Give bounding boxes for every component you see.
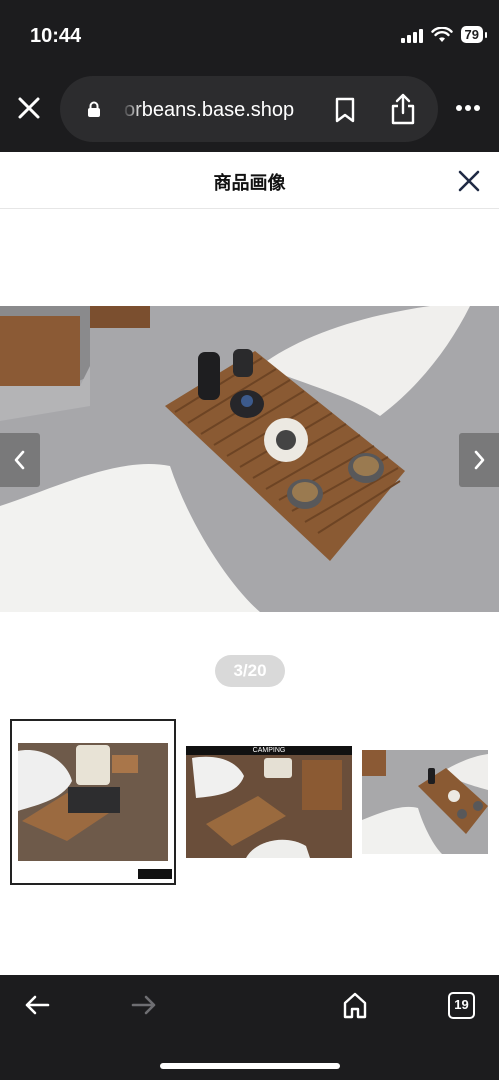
bookmark-icon[interactable] bbox=[334, 97, 356, 123]
page-header: 商品画像 bbox=[0, 152, 499, 209]
more-icon[interactable] bbox=[455, 104, 481, 112]
browser-bottom-bar: 19 bbox=[0, 975, 499, 1080]
home-icon[interactable] bbox=[342, 991, 368, 1019]
tabs-icon[interactable]: 19 bbox=[448, 992, 475, 1019]
next-image-button[interactable] bbox=[459, 433, 499, 487]
url-text[interactable]: orbeans.base.shop bbox=[124, 99, 309, 122]
forward-arrow-icon[interactable] bbox=[131, 994, 157, 1016]
status-icons: 79 bbox=[400, 26, 488, 43]
lock-icon bbox=[88, 101, 100, 117]
back-arrow-icon[interactable] bbox=[24, 994, 50, 1016]
wifi-icon bbox=[430, 26, 453, 42]
image-counter: 3/20 bbox=[215, 655, 285, 687]
chevron-right-icon bbox=[474, 450, 485, 470]
thumbnail-caption: CAMPING bbox=[186, 746, 352, 755]
thumbnail-1[interactable] bbox=[10, 719, 176, 885]
product-photo bbox=[0, 306, 499, 612]
url-fade bbox=[122, 94, 142, 124]
page-title: 商品画像 bbox=[213, 173, 286, 193]
thumbnail-photo bbox=[362, 750, 488, 854]
prev-image-button[interactable] bbox=[0, 433, 40, 487]
thumbnail-2[interactable]: CAMPING bbox=[186, 746, 352, 858]
chevron-left-icon bbox=[14, 450, 25, 470]
close-modal-icon[interactable] bbox=[457, 169, 481, 193]
share-icon[interactable] bbox=[390, 93, 416, 125]
close-icon[interactable] bbox=[16, 95, 42, 121]
product-main-image[interactable] bbox=[0, 306, 499, 612]
thumbnail-photo bbox=[186, 746, 352, 858]
browser-top-bar: 10:44 79 orbeans.base.shop bbox=[0, 0, 499, 152]
home-indicator bbox=[160, 1063, 340, 1069]
address-bar[interactable]: orbeans.base.shop bbox=[60, 76, 438, 142]
battery-indicator: 79 bbox=[460, 26, 488, 43]
status-time: 10:44 bbox=[30, 25, 82, 47]
cellular-signal-icon bbox=[400, 27, 423, 43]
thumbnail-3[interactable] bbox=[362, 750, 488, 854]
thumbnail-photo bbox=[12, 721, 174, 883]
